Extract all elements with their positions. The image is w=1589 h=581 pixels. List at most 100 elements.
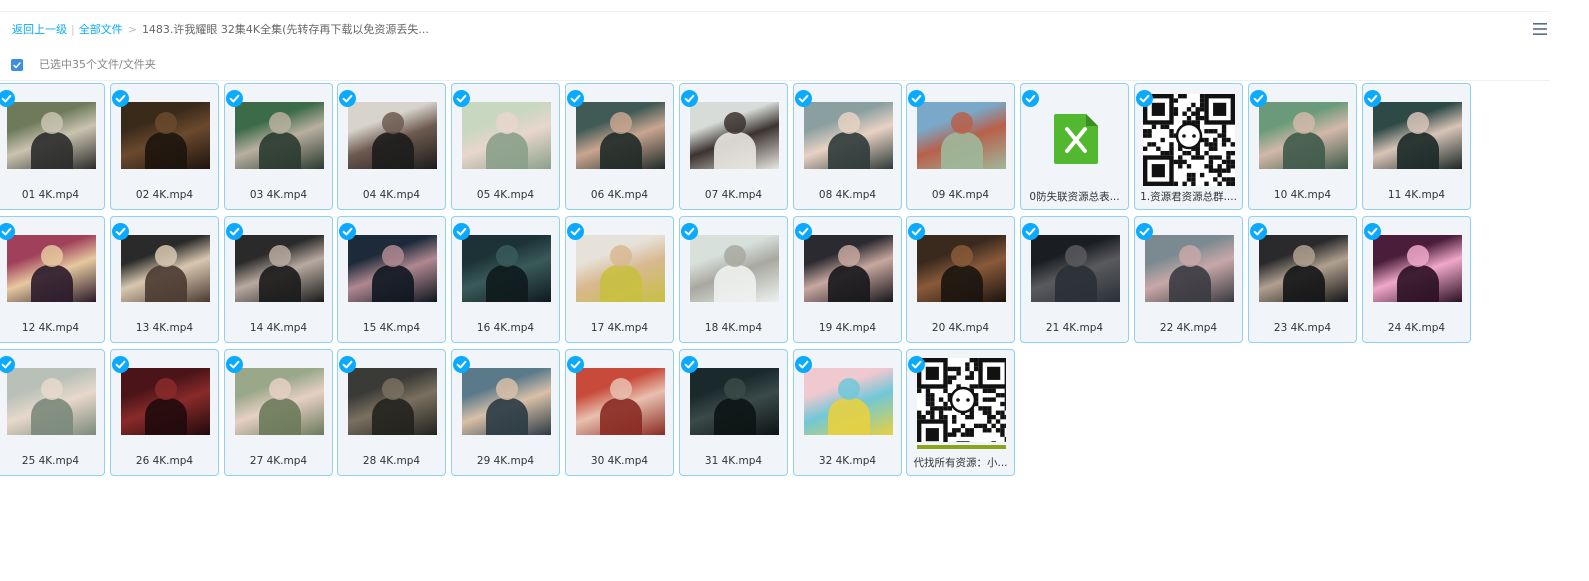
file-tile[interactable]: 24 4K.mp4: [1362, 216, 1471, 343]
file-name: 23 4K.mp4: [1273, 322, 1332, 334]
selected-check-icon[interactable]: [681, 356, 698, 373]
file-tile[interactable]: 22 4K.mp4: [1134, 216, 1243, 343]
selected-check-icon[interactable]: [567, 223, 584, 240]
selected-check-icon[interactable]: [1136, 90, 1153, 107]
file-name: 01 4K.mp4: [21, 189, 80, 201]
file-name: 14 4K.mp4: [249, 322, 308, 334]
selected-check-icon[interactable]: [453, 223, 470, 240]
selected-check-icon[interactable]: [339, 356, 356, 373]
file-tile[interactable]: 20 4K.mp4: [906, 216, 1015, 343]
qr-code-image: [917, 358, 1006, 442]
file-tile[interactable]: 30 4K.mp4: [565, 349, 674, 476]
video-thumbnail: [462, 368, 551, 435]
selected-check-icon[interactable]: [567, 90, 584, 107]
selected-check-icon[interactable]: [339, 223, 356, 240]
video-thumbnail: [462, 235, 551, 302]
selected-check-icon[interactable]: [1364, 90, 1381, 107]
selected-check-icon[interactable]: [112, 223, 129, 240]
selected-check-icon[interactable]: [453, 90, 470, 107]
selected-check-icon[interactable]: [1136, 223, 1153, 240]
thumbnail-figure: [382, 378, 404, 400]
file-tile[interactable]: 15 4K.mp4: [337, 216, 446, 343]
selected-check-icon[interactable]: [1250, 90, 1267, 107]
video-thumbnail: [1259, 235, 1348, 302]
thumbnail-figure: [838, 245, 860, 267]
selected-check-icon[interactable]: [1250, 223, 1267, 240]
file-tile[interactable]: 19 4K.mp4: [793, 216, 902, 343]
video-thumbnail: [1373, 102, 1462, 169]
file-tile[interactable]: 04 4K.mp4: [337, 83, 446, 210]
list-view-menu-icon[interactable]: [1531, 20, 1549, 38]
selected-check-icon[interactable]: [0, 356, 15, 373]
selected-check-icon[interactable]: [795, 356, 812, 373]
file-tile[interactable]: 0防失联资源总表...: [1020, 83, 1129, 210]
select-all-checkbox[interactable]: [11, 59, 23, 71]
thumbnail-figure: [724, 112, 746, 134]
file-tile[interactable]: 23 4K.mp4: [1248, 216, 1357, 343]
file-tile[interactable]: 06 4K.mp4: [565, 83, 674, 210]
selected-count-text: 已选中35个文件/文件夹: [39, 58, 156, 71]
file-tile[interactable]: 29 4K.mp4: [451, 349, 560, 476]
file-tile[interactable]: 17 4K.mp4: [565, 216, 674, 343]
back-link[interactable]: 返回上一级: [12, 23, 67, 36]
selected-check-icon[interactable]: [0, 223, 15, 240]
file-tile[interactable]: 25 4K.mp4: [0, 349, 105, 476]
selected-check-icon[interactable]: [795, 223, 812, 240]
file-tile[interactable]: 31 4K.mp4: [679, 349, 788, 476]
selected-check-icon[interactable]: [112, 356, 129, 373]
file-tile[interactable]: 09 4K.mp4: [906, 83, 1015, 210]
selected-check-icon[interactable]: [681, 223, 698, 240]
file-tile[interactable]: 26 4K.mp4: [110, 349, 219, 476]
thumbnail-figure-body: [1283, 265, 1325, 302]
all-files-link[interactable]: 全部文件: [79, 23, 123, 36]
file-tile[interactable]: 07 4K.mp4: [679, 83, 788, 210]
file-name: 1.资源君资源总群....: [1140, 191, 1237, 203]
file-tile[interactable]: 1.资源君资源总群....: [1134, 83, 1243, 210]
selected-check-icon[interactable]: [681, 90, 698, 107]
thumbnail-figure: [155, 245, 177, 267]
thumbnail-figure: [382, 112, 404, 134]
thumbnail-figure: [610, 245, 632, 267]
file-tile[interactable]: 13 4K.mp4: [110, 216, 219, 343]
thumbnail-figure-body: [1169, 265, 1211, 302]
file-tile[interactable]: 16 4K.mp4: [451, 216, 560, 343]
selected-check-icon[interactable]: [1364, 223, 1381, 240]
video-thumbnail: [576, 235, 665, 302]
file-tile[interactable]: 27 4K.mp4: [224, 349, 333, 476]
file-tile[interactable]: 02 4K.mp4: [110, 83, 219, 210]
file-tile[interactable]: 10 4K.mp4: [1248, 83, 1357, 210]
selected-check-icon[interactable]: [1022, 90, 1039, 107]
selected-check-icon[interactable]: [339, 90, 356, 107]
selected-check-icon[interactable]: [908, 90, 925, 107]
file-tile[interactable]: 14 4K.mp4: [224, 216, 333, 343]
selected-check-icon[interactable]: [112, 90, 129, 107]
selected-check-icon[interactable]: [908, 356, 925, 373]
thumbnail-figure-body: [600, 132, 642, 169]
video-thumbnail: [1373, 235, 1462, 302]
thumbnail-figure-body: [372, 265, 414, 302]
file-tile[interactable]: 08 4K.mp4: [793, 83, 902, 210]
selected-check-icon[interactable]: [453, 356, 470, 373]
thumbnail-figure-body: [714, 265, 756, 302]
file-tile[interactable]: 05 4K.mp4: [451, 83, 560, 210]
breadcrumb: 返回上一级 | 全部文件 >1483.许我耀眼 32集4K全集(先转存再下载以免资源丢…: [12, 22, 429, 38]
selected-check-icon[interactable]: [226, 356, 243, 373]
file-tile[interactable]: 28 4K.mp4: [337, 349, 446, 476]
selected-check-icon[interactable]: [795, 90, 812, 107]
file-tile[interactable]: 32 4K.mp4: [793, 349, 902, 476]
file-tile[interactable]: 03 4K.mp4: [224, 83, 333, 210]
selected-check-icon[interactable]: [1022, 223, 1039, 240]
file-tile[interactable]: 11 4K.mp4: [1362, 83, 1471, 210]
file-name: 26 4K.mp4: [135, 455, 194, 467]
selected-check-icon[interactable]: [0, 90, 15, 107]
selected-check-icon[interactable]: [226, 90, 243, 107]
file-tile[interactable]: 01 4K.mp4: [0, 83, 105, 210]
video-thumbnail: [348, 368, 437, 435]
file-tile[interactable]: 代找所有资源：小...: [906, 349, 1015, 476]
file-tile[interactable]: 21 4K.mp4: [1020, 216, 1129, 343]
selected-check-icon[interactable]: [226, 223, 243, 240]
file-tile[interactable]: 12 4K.mp4: [0, 216, 105, 343]
file-tile[interactable]: 18 4K.mp4: [679, 216, 788, 343]
selected-check-icon[interactable]: [908, 223, 925, 240]
selected-check-icon[interactable]: [567, 356, 584, 373]
